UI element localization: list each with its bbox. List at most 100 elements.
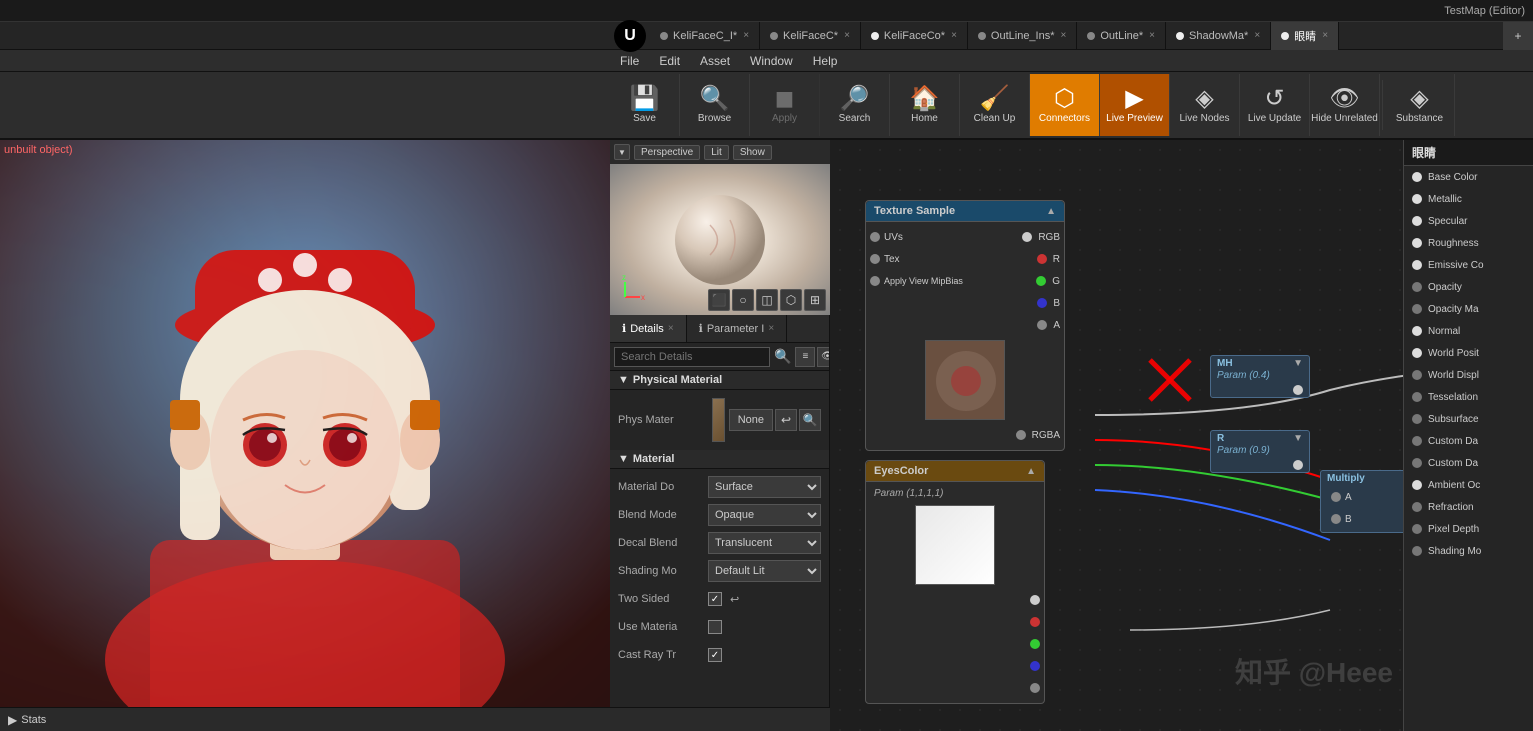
vp-dropdown-btn[interactable]: ▼ [614,144,630,160]
mh-node[interactable]: MH ▼ Param (0.4) [1210,355,1310,398]
eyes-b-out[interactable] [1030,661,1040,671]
menu-edit[interactable]: Edit [649,50,690,72]
menu-asset[interactable]: Asset [690,50,740,72]
toolbar-cleanup-button[interactable]: 🧹 Clean Up [960,74,1030,136]
toolbar-livenodes-button[interactable]: ◈ Live Nodes [1170,74,1240,136]
world-posit-pin[interactable] [1412,348,1422,358]
mh-out-pin[interactable] [1293,385,1303,395]
tab-close-5[interactable]: × [1254,30,1260,41]
mh-arrow[interactable]: ▼ [1293,358,1303,369]
toolbar-liveupdate-button[interactable]: ↺ Live Update [1240,74,1310,136]
eye-button[interactable]: 👁 [817,347,829,367]
decal-blend-select[interactable]: Translucent [708,532,821,554]
tab-close-6[interactable]: × [1322,30,1328,41]
tex-input-pin[interactable] [870,254,880,264]
node-expand2-icon[interactable]: ▲ [1026,466,1036,477]
base-color-pin[interactable] [1412,172,1422,182]
eyes-color-node[interactable]: EyesColor ▲ Param (1,1,1,1) [865,460,1045,704]
eyes-a-out[interactable] [1030,683,1040,693]
pixel-depth-pin[interactable] [1412,524,1422,534]
a-output-pin[interactable] [1037,320,1047,330]
details-tab-parameter[interactable]: ℹ Parameter I × [687,315,788,342]
tab-6[interactable]: 眼睛× [1271,22,1339,50]
toolbar-substance-button[interactable]: ◈ Substance [1385,74,1455,136]
tab-4[interactable]: OutLine*× [1077,22,1166,50]
roughness-pin[interactable] [1412,238,1422,248]
menu-window[interactable]: Window [740,50,803,72]
vp-icon-4[interactable]: ⬡ [780,289,802,311]
phys-mat-swatch[interactable] [712,398,725,442]
toolbar-search-button[interactable]: 🔎 Search [820,74,890,136]
details-tab-close[interactable]: × [668,323,674,334]
node-graph[interactable]: Zoom [830,140,1533,731]
small-viewport[interactable]: ▼ Perspective Lit Show [610,140,830,315]
vp-icon-1[interactable]: ⬛ [708,289,730,311]
custom-da-2-pin[interactable] [1412,458,1422,468]
small-viewport-content[interactable]: x z ⬛ ○ ◫ ⬡ ⊞ [610,164,830,315]
rgb-output-pin[interactable] [1022,232,1032,242]
multiply-a-in[interactable] [1331,492,1341,502]
tessellation-pin[interactable] [1412,392,1422,402]
normal-pin[interactable] [1412,326,1422,336]
phys-search-button[interactable]: 🔍 [799,409,821,431]
toolbar-browse-button[interactable]: 🔍 Browse [680,74,750,136]
tab-close-0[interactable]: × [743,30,749,41]
toolbar-hideunrelated-button[interactable]: 👁 Hide Unrelated [1310,74,1380,136]
param-tab-close[interactable]: × [768,323,774,334]
node-expand-icon[interactable]: ▲ [1046,206,1056,217]
phys-reset-button[interactable]: ↩ [775,409,797,431]
world-displ-pin[interactable] [1412,370,1422,380]
tab-close-1[interactable]: × [844,30,850,41]
cast-ray-checkbox[interactable] [708,648,722,662]
vp-icon-5[interactable]: ⊞ [804,289,826,311]
tab-5[interactable]: ShadowMa*× [1166,22,1271,50]
material-section-header[interactable]: ▼ Material [610,450,829,469]
emissive-pin[interactable] [1412,260,1422,270]
vp-icon-2[interactable]: ○ [732,289,754,311]
shading-mode-pin[interactable] [1412,546,1422,556]
vp-icon-3[interactable]: ◫ [756,289,778,311]
eyes-color-swatch[interactable] [915,505,995,585]
toolbar-connectors-button[interactable]: ⬡ Connectors [1030,74,1100,136]
b-output-pin[interactable] [1037,298,1047,308]
details-tab-details[interactable]: ℹ Details × [610,315,687,342]
physical-material-section-header[interactable]: ▼ Physical Material [610,371,829,390]
two-sided-reset-icon[interactable]: ↩ [730,593,739,606]
material-domain-select[interactable]: Surface [708,476,821,498]
specular-pin[interactable] [1412,216,1422,226]
eyes-r-out[interactable] [1030,617,1040,627]
rgba-output-pin[interactable] [1016,430,1026,440]
opacity-pin[interactable] [1412,282,1422,292]
tab-close-3[interactable]: × [1061,30,1067,41]
lit-button[interactable]: Lit [704,145,729,160]
r-node[interactable]: R ▼ Param (0.9) [1210,430,1310,473]
toolbar-apply-button[interactable]: ◼ Apply [750,74,820,136]
multiply-b-in[interactable] [1331,514,1341,524]
perspective-button[interactable]: Perspective [634,145,700,160]
blend-mode-select[interactable]: Opaque [708,504,821,526]
menu-file[interactable]: File [610,50,649,72]
uvs-input-pin[interactable] [870,232,880,242]
tab-close-2[interactable]: × [951,30,957,41]
texture-sample-node[interactable]: Texture Sample ▲ UVs RGB Tex R [865,200,1065,451]
tab-0[interactable]: KeliFaceC_I*× [650,22,760,50]
list-view-button[interactable]: ≡ [795,347,815,367]
use-material-checkbox[interactable] [708,620,722,634]
tab-2[interactable]: KeliFaceCo*× [861,22,968,50]
custom-da-1-pin[interactable] [1412,436,1422,446]
search-details-input[interactable] [614,347,770,367]
node-graph-background[interactable]: Zoom [830,140,1533,731]
ambient-pin[interactable] [1412,480,1422,490]
tab-close-4[interactable]: × [1149,30,1155,41]
opacity-mask-pin[interactable] [1412,304,1422,314]
metallic-pin[interactable] [1412,194,1422,204]
toolbar-home-button[interactable]: 🏠 Home [890,74,960,136]
refraction-pin[interactable] [1412,502,1422,512]
toolbar-save-button[interactable]: 💾 Save [610,74,680,136]
tab-3[interactable]: OutLine_Ins*× [968,22,1077,50]
character-viewport[interactable]: unbuilt object) [0,140,610,731]
r-node-out-pin[interactable] [1293,460,1303,470]
eyes-rgb-out[interactable] [1030,595,1040,605]
r-output-pin[interactable] [1037,254,1047,264]
menu-help[interactable]: Help [803,50,848,72]
